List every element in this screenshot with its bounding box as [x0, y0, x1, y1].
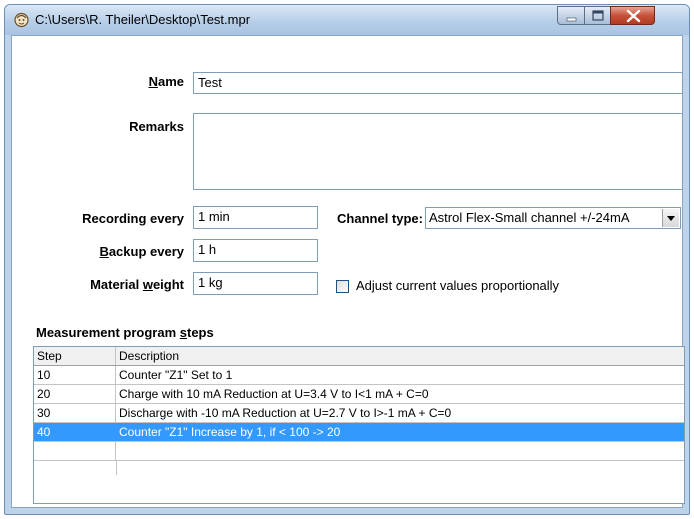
step-cell	[34, 442, 116, 460]
table-row[interactable]: 10 Counter "Z1" Set to 1	[34, 366, 684, 385]
measurement-steps-heading: Measurement program steps	[36, 325, 214, 340]
backup-every-input[interactable]: 1 h	[193, 239, 318, 262]
title-bar[interactable]: C:\Users\R. Theiler\Desktop\Test.mpr	[5, 5, 689, 35]
table-row-empty[interactable]	[34, 442, 684, 461]
table-row[interactable]: 20 Charge with 10 mA Reduction at U=3.4 …	[34, 385, 684, 404]
channel-type-label: Channel type:	[337, 211, 423, 226]
column-divider	[116, 461, 117, 475]
channel-type-select[interactable]: Astrol Flex-Small channel +/-24mA	[425, 207, 681, 229]
close-button[interactable]	[610, 6, 655, 25]
name-input[interactable]: Test	[193, 72, 683, 94]
material-weight-label: Material weight	[90, 277, 184, 292]
column-header-description[interactable]: Description	[116, 347, 685, 365]
window-title: C:\Users\R. Theiler\Desktop\Test.mpr	[35, 12, 251, 27]
dropdown-button[interactable]	[662, 209, 679, 227]
description-cell	[116, 442, 685, 460]
column-header-step[interactable]: Step	[34, 347, 116, 365]
name-label: Name	[148, 74, 184, 89]
recording-every-input[interactable]: 1 min	[193, 206, 318, 229]
minimize-icon	[566, 17, 577, 22]
minimize-button[interactable]	[557, 6, 585, 25]
step-cell: 40	[34, 423, 116, 441]
table-row[interactable]: 30 Discharge with -10 mA Reduction at U=…	[34, 404, 684, 423]
close-icon	[626, 9, 641, 23]
description-cell: Counter "Z1" Increase by 1, if < 100 -> …	[119, 425, 341, 439]
application-window: C:\Users\R. Theiler\Desktop\Test.mpr Nam…	[4, 4, 690, 515]
remarks-textarea[interactable]	[193, 113, 683, 190]
steps-table[interactable]: Step Description 10 Counter "Z1" Set to …	[33, 346, 685, 504]
backup-every-label: Backup every	[99, 244, 184, 259]
maximize-button[interactable]	[584, 6, 611, 25]
step-cell: 30	[34, 404, 116, 422]
material-weight-input[interactable]: 1 kg	[193, 272, 318, 295]
maximize-icon	[592, 10, 604, 21]
adjust-current-checkbox[interactable]	[336, 280, 349, 293]
table-header: Step Description	[34, 347, 684, 366]
description-cell: Charge with 10 mA Reduction at U=3.4 V t…	[119, 387, 429, 401]
description-cell: Discharge with -10 mA Reduction at U=2.7…	[119, 406, 452, 420]
step-cell: 10	[34, 366, 116, 384]
step-cell: 20	[34, 385, 116, 403]
app-icon[interactable]	[13, 11, 30, 28]
channel-type-value: Astrol Flex-Small channel +/-24mA	[429, 210, 630, 225]
chevron-down-icon	[667, 216, 675, 221]
recording-every-label: Recording every	[82, 211, 184, 226]
adjust-current-label[interactable]: Adjust current values proportionally	[356, 278, 559, 293]
description-cell: Counter "Z1" Set to 1	[119, 368, 233, 382]
table-row-selected[interactable]: 40 Counter "Z1" Increase by 1, if < 100 …	[34, 423, 684, 442]
remarks-label: Remarks	[129, 119, 184, 134]
